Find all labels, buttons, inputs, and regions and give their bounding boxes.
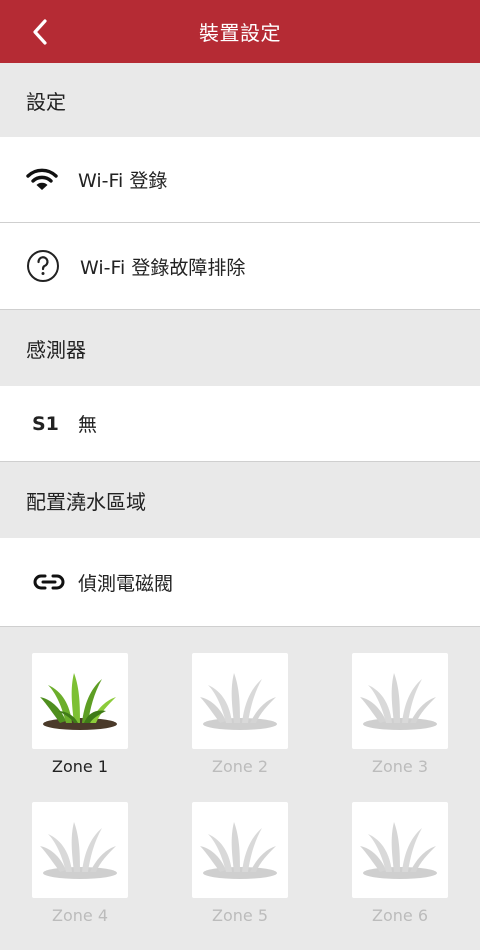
section-sensors: 感測器 (0, 310, 480, 386)
section-settings: 設定 (0, 63, 480, 137)
zones-grid: Zone 1 Zone 2 Zone 3 Zone 4 Zone 5 Zone … (0, 627, 480, 950)
wifi-login-row[interactable]: Wi-Fi 登錄 (0, 137, 480, 223)
plant-icon (360, 673, 437, 730)
plant-icon (200, 673, 277, 730)
zone-tile[interactable] (32, 653, 128, 749)
chevron-left-icon (33, 19, 47, 45)
link-icon (33, 573, 65, 591)
zone-tile[interactable] (32, 802, 128, 898)
wifi-troubleshoot-label: Wi-Fi 登錄故障排除 (80, 256, 246, 279)
zone-tile[interactable] (192, 653, 288, 749)
plant-icon (40, 673, 117, 730)
detect-valves-row[interactable]: 偵測電磁閥 (0, 538, 480, 627)
sensor-code: S1 (32, 412, 59, 435)
zone-label: Zone 5 (212, 906, 268, 925)
sensor-s1-row[interactable]: S1 無 (0, 386, 480, 462)
back-button[interactable] (28, 17, 56, 47)
zone-tile[interactable] (352, 802, 448, 898)
page-title: 裝置設定 (199, 21, 281, 45)
zone-3[interactable]: Zone 3 (352, 653, 448, 776)
wifi-troubleshoot-row[interactable]: Wi-Fi 登錄故障排除 (0, 223, 480, 310)
zone-1[interactable]: Zone 1 (32, 653, 128, 776)
zone-tile[interactable] (192, 802, 288, 898)
zone-tile[interactable] (352, 653, 448, 749)
wifi-login-label: Wi-Fi 登錄 (78, 170, 168, 192)
help-circle-icon (26, 249, 60, 283)
zone-5[interactable]: Zone 5 (192, 802, 288, 925)
app-header: 裝置設定 (0, 0, 480, 63)
zone-label: Zone 6 (372, 906, 428, 925)
sensor-value: 無 (78, 414, 98, 436)
wifi-icon (26, 166, 58, 194)
zone-label: Zone 1 (52, 757, 108, 776)
section-zones-config: 配置澆水區域 (0, 462, 480, 538)
zone-2[interactable]: Zone 2 (192, 653, 288, 776)
plant-icon (200, 822, 277, 879)
zone-4[interactable]: Zone 4 (32, 802, 128, 925)
plant-icon (360, 822, 437, 879)
zone-6[interactable]: Zone 6 (352, 802, 448, 925)
detect-valves-label: 偵測電磁閥 (78, 572, 174, 595)
plant-icon (40, 822, 117, 879)
zone-label: Zone 4 (52, 906, 108, 925)
zone-label: Zone 2 (212, 757, 268, 776)
zone-label: Zone 3 (372, 757, 428, 776)
